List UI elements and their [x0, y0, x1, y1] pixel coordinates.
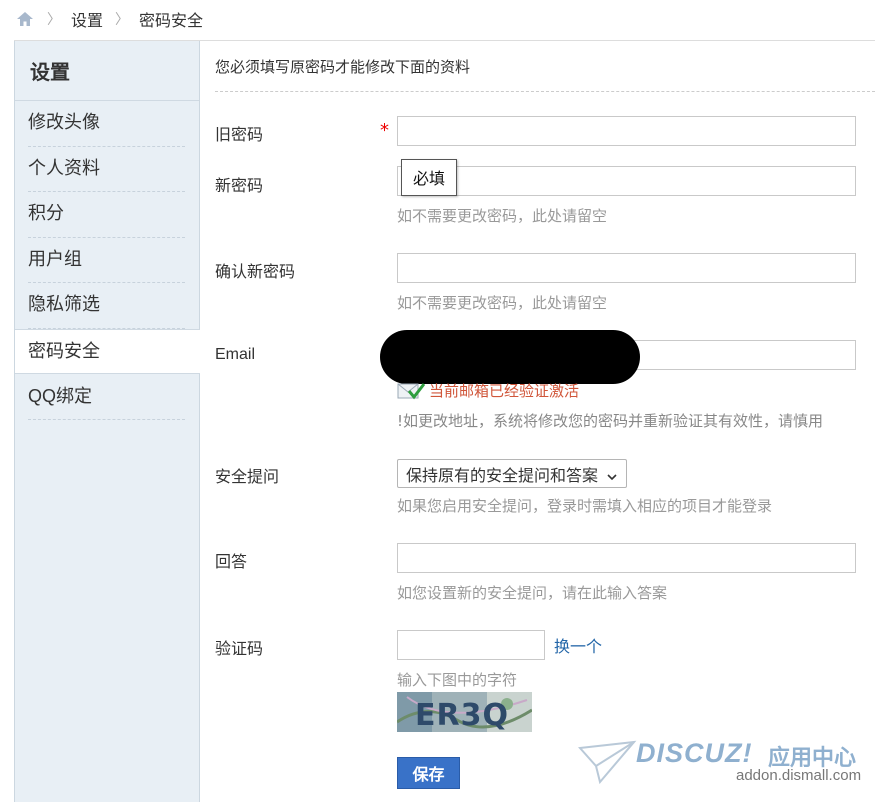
security-question-hint: 如果您启用安全提问，登录时需填入相应的项目才能登录: [397, 497, 773, 515]
captcha-refresh-link[interactable]: 换一个: [554, 633, 602, 657]
confirm-password-label: 确认新密码: [215, 262, 296, 281]
old-password-label: 旧密码: [215, 125, 264, 144]
email-verified-text: 当前邮箱已经验证激活: [429, 381, 580, 400]
verified-check-icon: [397, 380, 426, 400]
new-password-label: 新密码: [215, 176, 264, 195]
breadcrumb-current: 密码安全: [139, 11, 204, 30]
old-password-input[interactable]: [397, 116, 856, 146]
breadcrumb-separator: 〉: [47, 12, 61, 28]
captcha-text: ER3Q: [415, 698, 509, 732]
sidebar-menu: 修改头像 个人资料 积分 用户组 隐私筛选 密码安全 QQ绑定: [15, 101, 200, 420]
sidebar-item-qq-binding[interactable]: QQ绑定: [15, 374, 199, 420]
sidebar-item-usergroup[interactable]: 用户组: [15, 238, 199, 284]
sidebar-item-privacy[interactable]: 隐私筛选: [15, 283, 199, 329]
form-notice: 您必须填写原密码才能修改下面的资料: [215, 58, 471, 76]
sidebar-item-password-security[interactable]: 密码安全: [15, 328, 200, 374]
answer-hint: 如您设置新的安全提问，请在此输入答案: [397, 584, 668, 602]
breadcrumb-settings-link[interactable]: 设置: [71, 7, 103, 31]
watermark-url: addon.dismall.com: [736, 767, 862, 784]
new-password-input[interactable]: [397, 166, 856, 196]
security-question-label: 安全提问: [215, 467, 280, 486]
redaction-overlay: [380, 330, 640, 384]
required-mark: *: [380, 120, 389, 141]
email-verified-status: 当前邮箱已经验证激活: [397, 379, 579, 401]
security-question-selected: 保持原有的安全提问和答案: [406, 465, 599, 485]
sidebar-item-profile[interactable]: 个人资料: [15, 147, 199, 193]
sidebar: 设置 修改头像 个人资料 积分 用户组 隐私筛选 密码安全 QQ绑定: [14, 41, 200, 802]
save-button[interactable]: 保存: [397, 757, 460, 789]
captcha-image[interactable]: ER3Q: [396, 692, 533, 733]
breadcrumb: 〉 设置 〉 密码安全: [15, 6, 203, 32]
confirm-password-input[interactable]: [397, 253, 856, 283]
paper-plane-icon: [577, 740, 637, 785]
captcha-label: 验证码: [215, 639, 264, 658]
answer-label: 回答: [215, 552, 248, 571]
sidebar-title: 设置: [15, 41, 199, 101]
answer-input[interactable]: [397, 543, 856, 573]
sidebar-item-avatar[interactable]: 修改头像: [15, 101, 199, 147]
new-password-hint: 如不需要更改密码，此处请留空: [397, 207, 608, 225]
security-question-select[interactable]: 保持原有的安全提问和答案: [397, 459, 628, 488]
confirm-password-hint: 如不需要更改密码，此处请留空: [397, 294, 608, 312]
breadcrumb-separator: 〉: [115, 12, 130, 28]
watermark-brand: DISCUZ!: [636, 738, 753, 768]
captcha-input[interactable]: [397, 630, 545, 660]
sidebar-item-credits[interactable]: 积分: [15, 192, 199, 238]
email-hint: !如更改地址，系统将修改您的密码并重新验证其有效性，请慎用: [397, 412, 824, 430]
captcha-hint: 输入下图中的字符: [397, 671, 518, 689]
required-tooltip: 必填: [401, 159, 458, 196]
chevron-down-icon: [606, 468, 618, 480]
form-divider: [215, 91, 875, 92]
email-label: Email: [215, 346, 256, 363]
home-icon[interactable]: [15, 9, 35, 29]
